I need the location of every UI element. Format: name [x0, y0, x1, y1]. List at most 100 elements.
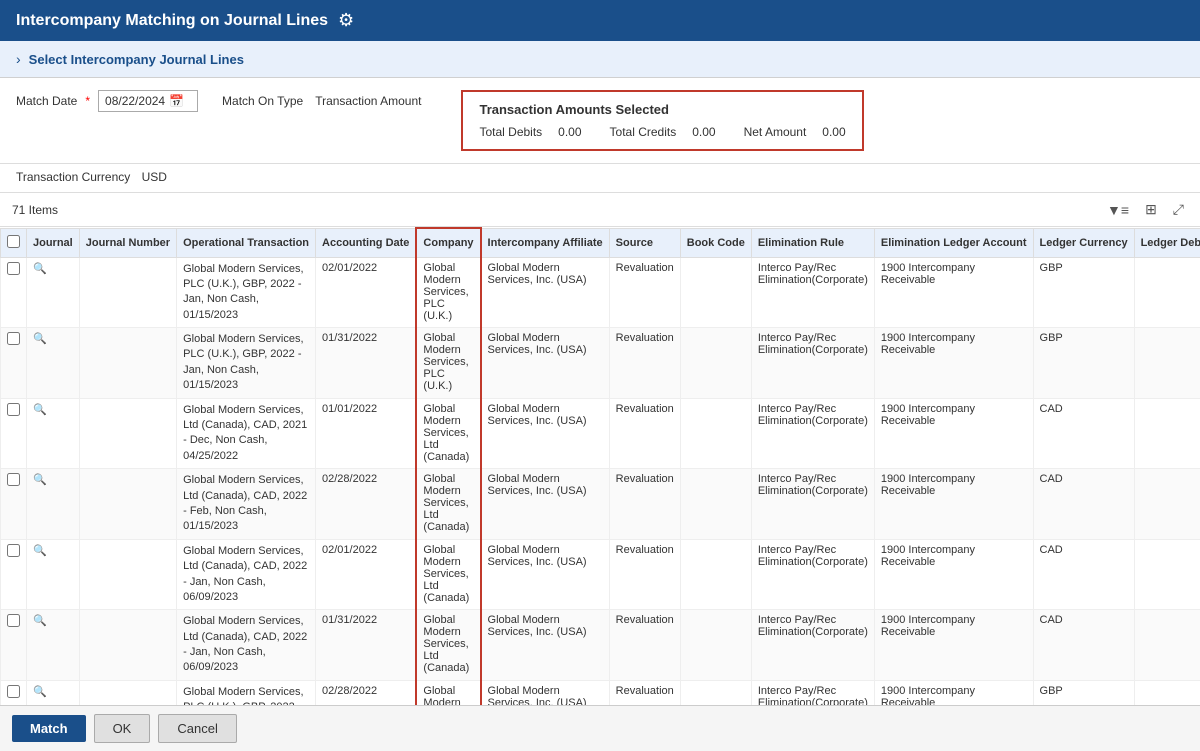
row-journal: 🔍 [27, 328, 80, 399]
row-elim-ledger: 1900 Intercompany Receivable [874, 257, 1033, 328]
table-toolbar: 71 Items ▼≡ ⊞ ⤢ [0, 193, 1200, 227]
total-credits-label: Total Credits [610, 125, 677, 139]
row-checkbox[interactable] [7, 332, 20, 345]
page-title: Intercompany Matching on Journal Lines [16, 12, 328, 30]
row-journal-number [79, 328, 176, 399]
match-date-input[interactable]: 08/22/2024 📅 [98, 90, 198, 112]
search-icon[interactable]: 🔍 [33, 615, 47, 627]
row-elim-rule: Interco Pay/Rec Elimination(Corporate) [751, 257, 874, 328]
row-currency: CAD [1033, 539, 1134, 610]
row-journal: 🔍 [27, 257, 80, 328]
row-acc-date: 01/31/2022 [316, 328, 417, 399]
row-source: Revaluation [609, 610, 680, 681]
row-elim-ledger: 1900 Intercompany Receivable [874, 328, 1033, 399]
table-area: 71 Items ▼≡ ⊞ ⤢ Journal Journal Number O… [0, 193, 1200, 718]
app-header: Intercompany Matching on Journal Lines ⚙ [0, 0, 1200, 41]
row-book-code [680, 328, 751, 399]
row-checkbox[interactable] [7, 262, 20, 275]
row-journal: 🔍 [27, 610, 80, 681]
item-count: 71 Items [12, 203, 58, 217]
row-acc-date: 02/28/2022 [316, 469, 417, 540]
controls-left: Match Date * 08/22/2024 📅 Match On Type … [16, 90, 421, 112]
row-checkbox-cell [1, 328, 27, 399]
match-date-row: Match Date * 08/22/2024 📅 Match On Type … [16, 90, 421, 112]
table-row: 🔍 Global Modern Services, Ltd (Canada), … [1, 610, 1200, 681]
row-ic-affiliate: Global Modern Services, Inc. (USA) [481, 328, 610, 399]
table-row: 🔍 Global Modern Services, Ltd (Canada), … [1, 398, 1200, 469]
row-checkbox[interactable] [7, 473, 20, 486]
chevron-right-icon[interactable]: › [16, 51, 21, 67]
search-icon[interactable]: 🔍 [33, 545, 47, 557]
row-journal-number [79, 469, 176, 540]
filter-icon[interactable]: ▼≡ [1103, 200, 1133, 220]
total-credits-value: 0.00 [692, 125, 715, 139]
row-journal-number [79, 257, 176, 328]
row-elim-ledger: 1900 Intercompany Receivable [874, 539, 1033, 610]
match-button[interactable]: Match [12, 715, 86, 742]
footer: Match OK Cancel [0, 705, 1200, 751]
row-elim-rule: Interco Pay/Rec Elimination(Corporate) [751, 328, 874, 399]
grid-view-icon[interactable]: ⊞ [1141, 199, 1161, 220]
row-ic-affiliate: Global Modern Services, Inc. (USA) [481, 469, 610, 540]
row-elim-rule: Interco Pay/Rec Elimination(Corporate) [751, 469, 874, 540]
search-icon[interactable]: 🔍 [33, 474, 47, 486]
required-indicator: * [85, 94, 90, 108]
row-op-trans: Global Modern Services, Ltd (Canada), CA… [177, 610, 316, 681]
row-debit: 0.00 [1134, 398, 1200, 469]
row-ic-affiliate: Global Modern Services, Inc. (USA) [481, 539, 610, 610]
section-title: Select Intercompany Journal Lines [29, 52, 244, 67]
table-row: 🔍 Global Modern Services, Ltd (Canada), … [1, 469, 1200, 540]
row-book-code [680, 257, 751, 328]
ok-button[interactable]: OK [94, 714, 151, 743]
row-currency: GBP [1033, 257, 1134, 328]
row-source: Revaluation [609, 328, 680, 399]
calendar-icon[interactable]: 📅 [169, 94, 184, 108]
transaction-currency-value: USD [142, 170, 167, 184]
search-icon[interactable]: 🔍 [33, 686, 47, 698]
row-op-trans: Global Modern Services, Ltd (Canada), CA… [177, 469, 316, 540]
match-date-label: Match Date [16, 94, 77, 108]
row-debit: 0.00 [1134, 328, 1200, 399]
row-ic-affiliate: Global Modern Services, Inc. (USA) [481, 610, 610, 681]
row-elim-rule: Interco Pay/Rec Elimination(Corporate) [751, 539, 874, 610]
row-elim-rule: Interco Pay/Rec Elimination(Corporate) [751, 610, 874, 681]
expand-icon[interactable]: ⤢ [1169, 199, 1188, 220]
row-checkbox-cell [1, 469, 27, 540]
search-icon[interactable]: 🔍 [33, 333, 47, 345]
table-row: 🔍 Global Modern Services, PLC (U.K.), GB… [1, 328, 1200, 399]
row-checkbox[interactable] [7, 685, 20, 698]
row-debit: 0.00 [1134, 610, 1200, 681]
toolbar-icons: ▼≡ ⊞ ⤢ [1103, 199, 1188, 220]
transaction-currency-row: Transaction Currency USD [0, 164, 1200, 193]
section-header: › Select Intercompany Journal Lines [0, 41, 1200, 78]
net-amount-value: 0.00 [822, 125, 845, 139]
row-journal-number [79, 398, 176, 469]
col-header-journal-number: Journal Number [79, 228, 176, 257]
row-book-code [680, 469, 751, 540]
row-company: Global Modern Services, PLC (U.K.) [416, 328, 480, 399]
col-header-ic-affiliate: Intercompany Affiliate [481, 228, 610, 257]
match-date-value: 08/22/2024 [105, 94, 165, 108]
row-checkbox[interactable] [7, 614, 20, 627]
row-source: Revaluation [609, 398, 680, 469]
table-container[interactable]: Journal Journal Number Operational Trans… [0, 227, 1200, 718]
select-all-checkbox[interactable] [7, 235, 20, 248]
controls-area: Match Date * 08/22/2024 📅 Match On Type … [0, 78, 1200, 164]
search-icon[interactable]: 🔍 [33, 404, 47, 416]
row-checkbox[interactable] [7, 544, 20, 557]
row-company: Global Modern Services, Ltd (Canada) [416, 539, 480, 610]
search-icon[interactable]: 🔍 [33, 263, 47, 275]
journal-lines-table: Journal Journal Number Operational Trans… [0, 227, 1200, 718]
table-row: 🔍 Global Modern Services, PLC (U.K.), GB… [1, 257, 1200, 328]
table-body: 🔍 Global Modern Services, PLC (U.K.), GB… [1, 257, 1200, 718]
net-amount-label: Net Amount [744, 125, 807, 139]
total-debits-value: 0.00 [558, 125, 581, 139]
col-header-elim-rule: Elimination Rule [751, 228, 874, 257]
transaction-amounts-box: Transaction Amounts Selected Total Debit… [461, 90, 863, 151]
row-checkbox[interactable] [7, 403, 20, 416]
row-elim-ledger: 1900 Intercompany Receivable [874, 610, 1033, 681]
cancel-button[interactable]: Cancel [158, 714, 236, 743]
row-source: Revaluation [609, 469, 680, 540]
col-header-source: Source [609, 228, 680, 257]
row-journal: 🔍 [27, 398, 80, 469]
